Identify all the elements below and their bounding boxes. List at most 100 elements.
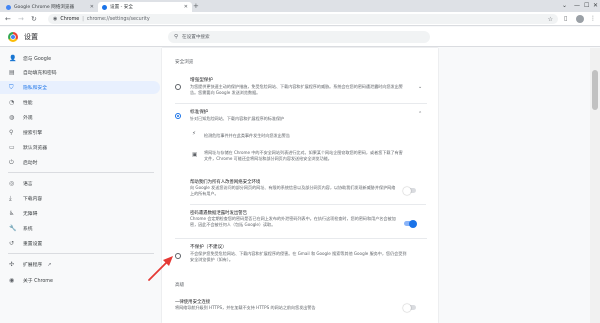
forward-button[interactable]: → bbox=[18, 14, 24, 24]
no-protection-title: 不保护（不建议） bbox=[190, 245, 227, 250]
close-tab-icon[interactable]: ✕ bbox=[184, 4, 188, 10]
chevron-up-icon[interactable]: ⌃ bbox=[418, 111, 422, 117]
enhanced-protection-title: 增强型保护 bbox=[190, 78, 213, 83]
standard-protection-radio[interactable] bbox=[175, 113, 181, 119]
shield-icon: ⛉ bbox=[9, 83, 14, 91]
chevron-down-icon[interactable]: ⌄ bbox=[418, 84, 422, 90]
bookmark-star-icon[interactable]: ☆ bbox=[548, 16, 553, 23]
sidebar-item-label: 自动填充和密码 bbox=[23, 71, 57, 76]
wrench-icon: 🔧 bbox=[9, 225, 17, 232]
download-icon: ⤓ bbox=[9, 194, 12, 202]
tab-title: 设置 - 安全 bbox=[110, 5, 133, 10]
sidebar-item-reset[interactable]: ↺ 重置设置 bbox=[0, 237, 160, 250]
sidebar-item-label: 启动时 bbox=[23, 161, 38, 166]
menu-kebab-icon[interactable]: ⋮ bbox=[590, 15, 596, 23]
sidebar-item-label: 系统 bbox=[23, 227, 33, 232]
settings-search-input[interactable]: ⚲ 在设置中搜索 bbox=[168, 31, 430, 43]
tab-title: Google Chrome 网络浏览器 bbox=[14, 5, 75, 10]
sidebar-item-about-chrome[interactable]: ◉ 关于 Chrome bbox=[0, 274, 160, 287]
search-placeholder: 在设置中搜索 bbox=[182, 35, 210, 40]
minimize-button[interactable]: — bbox=[574, 0, 580, 11]
url-check-icon: ▣ bbox=[192, 152, 198, 158]
sidebar-item-label: 隐私和安全 bbox=[23, 86, 47, 91]
accessibility-icon: ♿ bbox=[9, 210, 15, 217]
sidebar-item-accessibility[interactable]: ♿ 无障碍 bbox=[0, 207, 160, 220]
tab-strip: Google Chrome 网络浏览器 ✕ 设置 - 安全 ✕ + ⌄ — ☐ … bbox=[0, 0, 600, 12]
sidebar-item-label: 扩展程序 bbox=[23, 263, 43, 268]
back-button[interactable]: ← bbox=[5, 14, 11, 24]
address-bar[interactable]: ◉ Chrome | chrome://settings/security ☆ bbox=[48, 14, 558, 24]
url-text[interactable]: chrome://settings/security bbox=[87, 17, 150, 22]
password-leak-toggle[interactable] bbox=[404, 219, 417, 228]
browser-icon: ▭ bbox=[9, 144, 15, 151]
sidebar-item-default-browser[interactable]: ▭ 默认浏览器 bbox=[0, 141, 160, 154]
detect-alert-icon: ⚡ bbox=[192, 131, 196, 137]
option-divider bbox=[175, 238, 427, 239]
site-info-icon[interactable]: ◉ bbox=[53, 16, 57, 22]
option-divider bbox=[175, 103, 427, 104]
maximize-button[interactable]: ☐ bbox=[584, 0, 589, 11]
sidebar-item-label: 无障碍 bbox=[23, 212, 38, 217]
side-panel-icon[interactable]: ▯ bbox=[564, 15, 567, 23]
profile-avatar[interactable] bbox=[576, 15, 584, 23]
chrome-logo-icon bbox=[8, 32, 18, 42]
always-secure-toggle[interactable] bbox=[403, 303, 416, 312]
sidebar-divider bbox=[8, 172, 154, 173]
chrome-favicon-icon bbox=[6, 4, 11, 10]
sidebar-item-on-startup[interactable]: ⏻ 启动时 bbox=[0, 156, 160, 169]
sidebar-item-you-and-google[interactable]: 👤 您与 Google bbox=[0, 52, 160, 65]
feature-detect-text: 检测危险事件并在此类事件发生时向您发出警告 bbox=[204, 133, 290, 138]
sidebar-item-label: 搜索引擎 bbox=[23, 131, 43, 136]
sidebar-item-appearance[interactable]: ◍ 外观 bbox=[0, 111, 160, 124]
sidebar-item-privacy[interactable]: ⛉ 隐私和安全 bbox=[0, 81, 160, 94]
tab-chrome-home[interactable]: Google Chrome 网络浏览器 ✕ bbox=[2, 2, 98, 12]
sidebar-item-extensions[interactable]: ✣ 扩展程序 ↗ bbox=[0, 258, 160, 271]
person-icon: 👤 bbox=[9, 55, 17, 62]
sidebar-item-languages[interactable]: ◎ 语言 bbox=[0, 177, 160, 190]
tab-search-icon[interactable]: ⌄ bbox=[562, 0, 567, 11]
sidebar-item-label: 下载内容 bbox=[23, 197, 43, 202]
external-link-icon: ↗ bbox=[47, 261, 52, 268]
sidebar-item-performance[interactable]: ◔ 性能 bbox=[0, 96, 160, 109]
tab-settings[interactable]: 设置 - 安全 ✕ bbox=[98, 2, 192, 12]
sidebar-item-label: 关于 Chrome bbox=[23, 279, 53, 284]
settings-header: 设置 ⚲ 在设置中搜索 bbox=[0, 27, 600, 47]
feature-url-check-text: 将网址与存储在 Chrome 中的不安全网站列表进行比对。如果某个网站企图窃取您… bbox=[204, 150, 403, 161]
globe-icon: ◎ bbox=[9, 180, 15, 187]
password-leak-desc: Chrome 会定期检查您的密码是否已在网上发布的外泄密码列表中。在执行这项检查… bbox=[190, 216, 396, 227]
scrollbar-thumb[interactable] bbox=[592, 70, 598, 110]
search-icon: ⚲ bbox=[9, 129, 14, 136]
settings-content: 安全浏览 增强型保护 为您提供更快速主动的保护措施，免受危险网站、下载内容和扩展… bbox=[162, 48, 438, 323]
advanced-section-title: 高级 bbox=[175, 283, 185, 288]
help-improve-desc: 向 Google 发送您访问的部分网页的网址、有限的系统信息以及部分网页内容，以… bbox=[190, 185, 396, 196]
enhanced-protection-radio[interactable] bbox=[175, 84, 181, 90]
annotation-arrow-icon bbox=[148, 256, 173, 281]
standard-protection-desc: 针对已知危险网站、下载内容和扩展程序的标准保护 bbox=[190, 116, 285, 121]
page-title: 设置 bbox=[24, 33, 38, 41]
power-icon: ⏻ bbox=[9, 158, 14, 166]
sidebar-item-search-engine[interactable]: ⚲ 搜索引擎 bbox=[0, 126, 160, 139]
sidebar-item-label: 语言 bbox=[23, 182, 33, 187]
address-separator: | bbox=[82, 16, 84, 22]
sidebar-item-label: 性能 bbox=[23, 101, 33, 106]
sidebar-item-label: 默认浏览器 bbox=[23, 146, 47, 151]
sidebar-item-system[interactable]: 🔧 系统 bbox=[0, 222, 160, 235]
sidebar-item-autofill[interactable]: ▤ 自动填充和密码 bbox=[0, 66, 160, 79]
close-tab-icon[interactable]: ✕ bbox=[90, 4, 94, 10]
always-secure-desc: 将网络导航升级到 HTTPS，并在加载不支持 HTTPS 的网站之前向您发出警告 bbox=[175, 305, 316, 310]
search-icon: ⚲ bbox=[174, 34, 179, 40]
sidebar-item-label: 重置设置 bbox=[23, 242, 43, 247]
sidebar-item-label: 外观 bbox=[23, 116, 33, 121]
help-improve-toggle[interactable] bbox=[403, 186, 416, 195]
reload-button[interactable]: ↻ bbox=[31, 14, 37, 24]
row-divider bbox=[190, 204, 426, 205]
enhanced-protection-desc: 为您提供更快速主动的保护措施，免受危险网站、下载内容和扩展程序的威胁。系统会在您… bbox=[190, 84, 403, 95]
no-protection-desc: 不会保护您免受危险网站、下载内容和扩展程序的侵害。在 Gmail 和 Googl… bbox=[190, 251, 407, 262]
palette-icon: ◍ bbox=[9, 114, 15, 121]
puzzle-icon: ✣ bbox=[9, 261, 15, 268]
close-window-button[interactable]: ✕ bbox=[593, 0, 598, 11]
sidebar-item-downloads[interactable]: ⤓ 下载内容 bbox=[0, 192, 160, 205]
clipboard-icon: ▤ bbox=[9, 69, 15, 76]
browser-toolbar: ← → ↻ ◉ Chrome | chrome://settings/secur… bbox=[0, 12, 600, 26]
new-tab-button[interactable]: + bbox=[193, 2, 199, 11]
